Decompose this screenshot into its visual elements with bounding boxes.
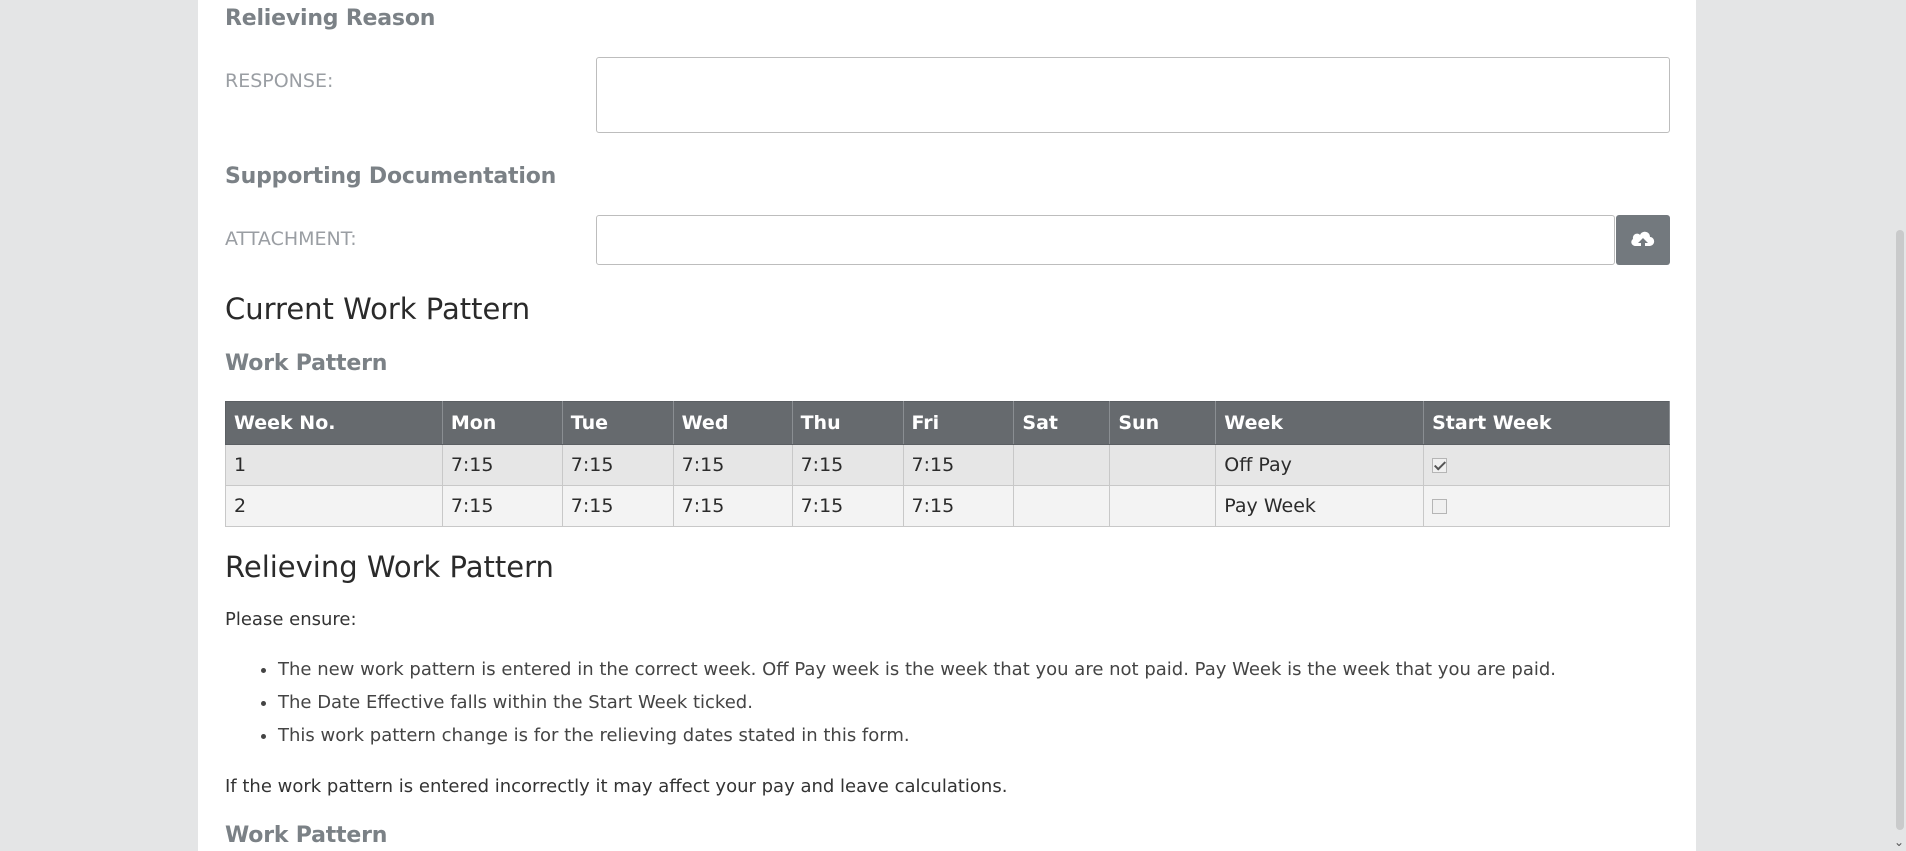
mon-cell: 7:15	[441, 444, 563, 486]
cloud-upload-icon	[1631, 231, 1655, 249]
attachment-input[interactable]	[596, 215, 1615, 265]
table-header-row: Week No. Mon Tue Wed Thu Fri Sat Sun Wee…	[225, 401, 1670, 445]
table-row: 2 7:15 7:15 7:15 7:15 7:15 Pay Week	[225, 485, 1670, 527]
wed-cell: 7:15	[672, 444, 793, 486]
sun-cell	[1109, 444, 1217, 486]
list-item: This work pattern change is for the reli…	[278, 726, 1556, 759]
response-textarea[interactable]	[596, 57, 1670, 133]
tue-cell: 7:15	[561, 485, 674, 527]
supporting-documentation-heading: Supporting Documentation	[225, 164, 557, 189]
column-header-thu: Thu	[791, 401, 904, 445]
ensure-bullet-list: The new work pattern is entered in the c…	[225, 660, 1556, 759]
page-scrollbar[interactable]: ⌄	[1894, 0, 1906, 851]
column-header-wed: Wed	[672, 401, 793, 445]
list-item: The Date Effective falls within the Star…	[278, 693, 1556, 726]
thu-cell: 7:15	[791, 444, 904, 486]
column-header-mon: Mon	[441, 401, 563, 445]
tue-cell: 7:15	[561, 444, 674, 486]
relieving-work-pattern-title: Relieving Work Pattern	[225, 550, 554, 584]
table-row: 1 7:15 7:15 7:15 7:15 7:15 Off Pay	[225, 444, 1670, 486]
sun-cell	[1109, 485, 1217, 527]
column-header-start-week: Start Week	[1423, 401, 1670, 445]
column-header-week-no: Week No.	[225, 401, 443, 445]
week-cell: Pay Week	[1215, 485, 1425, 527]
week-no-cell: 1	[225, 444, 443, 486]
start-week-cell	[1423, 444, 1670, 486]
current-work-pattern-table: Week No. Mon Tue Wed Thu Fri Sat Sun Wee…	[225, 401, 1670, 527]
sat-cell	[1013, 485, 1111, 527]
column-header-tue: Tue	[561, 401, 674, 445]
relieving-work-pattern-subheading: Work Pattern	[225, 823, 388, 848]
column-header-sun: Sun	[1109, 401, 1217, 445]
wed-cell: 7:15	[672, 485, 793, 527]
start-week-cell	[1423, 485, 1670, 527]
thu-cell: 7:15	[791, 485, 904, 527]
current-work-pattern-title: Current Work Pattern	[225, 292, 531, 326]
mon-cell: 7:15	[441, 485, 563, 527]
attachment-label: ATTACHMENT:	[225, 228, 357, 250]
column-header-sat: Sat	[1013, 401, 1111, 445]
relieving-reason-heading: Relieving Reason	[225, 6, 436, 31]
fri-cell: 7:15	[902, 485, 1015, 527]
please-ensure-text: Please ensure:	[225, 609, 357, 630]
sat-cell	[1013, 444, 1111, 486]
week-no-cell: 2	[225, 485, 443, 527]
column-header-week: Week	[1215, 401, 1425, 445]
week-cell: Off Pay	[1215, 444, 1425, 486]
response-label: RESPONSE:	[225, 70, 334, 92]
list-item: The new work pattern is entered in the c…	[278, 660, 1556, 693]
form-page: Relieving Reason RESPONSE: Supporting Do…	[198, 0, 1696, 851]
fri-cell: 7:15	[902, 444, 1015, 486]
current-work-pattern-subheading: Work Pattern	[225, 351, 388, 376]
warning-text: If the work pattern is entered incorrect…	[225, 776, 1008, 797]
start-week-checkbox	[1432, 499, 1448, 514]
start-week-checkbox	[1432, 458, 1448, 473]
scrollbar-thumb[interactable]	[1896, 230, 1904, 830]
upload-button[interactable]	[1616, 215, 1670, 265]
column-header-fri: Fri	[902, 401, 1015, 445]
scroll-down-arrow-icon[interactable]: ⌄	[1894, 835, 1904, 849]
